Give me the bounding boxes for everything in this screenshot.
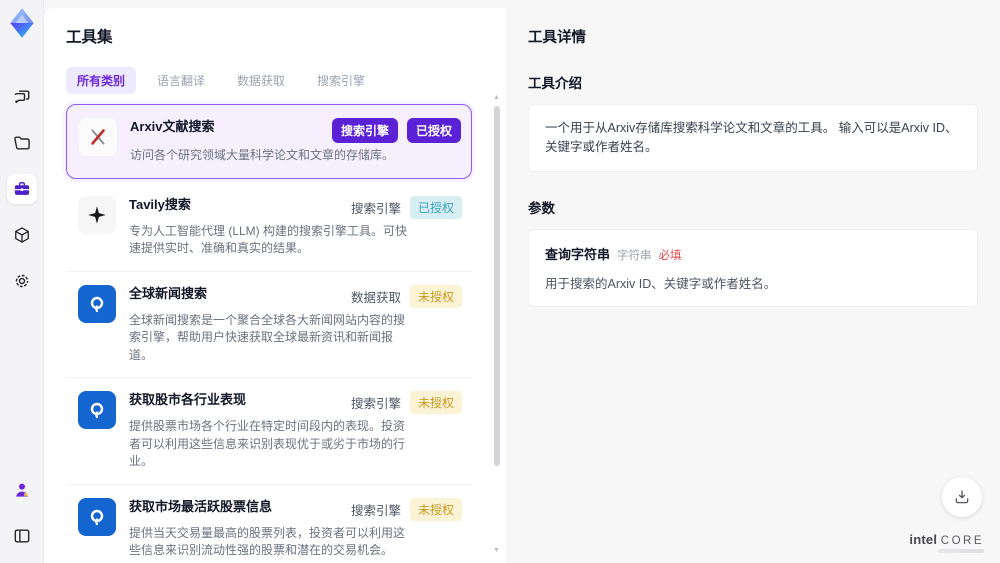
intro-text: 一个用于从Arxiv存储库搜索科学论文和文章的工具。 输入可以是Arxiv ID…	[545, 121, 958, 154]
scrollbar-down-arrow[interactable]: ▼	[492, 547, 501, 555]
cube-icon	[14, 227, 29, 243]
chat-icon	[14, 90, 29, 104]
status-badge: 未授权	[409, 497, 462, 521]
tool-name: Arxiv文献搜索	[130, 119, 215, 134]
sidebar-item-collapse[interactable]	[7, 521, 37, 551]
status-badge: 未授权	[409, 284, 462, 308]
app-window: 工具集 所有类别 语言翻译 数据获取 搜索引擎 Arxiv文献搜索 搜索引擎 已…	[0, 0, 1000, 563]
tool-description: 访问各个研究领域大量科学论文和文章的存储库。	[130, 148, 395, 162]
intro-box: 一个用于从Arxiv存储库搜索科学论文和文章的工具。 输入可以是Arxiv ID…	[528, 104, 978, 172]
tab-language-translation[interactable]: 语言翻译	[146, 67, 216, 94]
toolbox-icon	[14, 182, 29, 195]
tool-name: 获取股市各行业表现	[129, 392, 247, 407]
tab-all-categories[interactable]: 所有类别	[66, 67, 137, 94]
blue-q-logo-icon	[78, 391, 116, 429]
gear-icon	[15, 274, 28, 288]
status-badge: 已授权	[409, 195, 462, 219]
tool-name: Tavily搜索	[129, 196, 191, 212]
detail-title: 工具详情	[528, 30, 586, 46]
params-heading: 参数	[528, 201, 555, 216]
intro-heading: 工具介绍	[528, 76, 582, 91]
tool-card-most-active-stocks[interactable]: 获取市场最活跃股票信息 搜索引擎 未授权 提供当天交易量最高的股票列表，投资者可…	[66, 485, 472, 563]
app-logo	[5, 6, 39, 40]
scrollbar-thumb[interactable]	[493, 106, 500, 466]
blue-q-logo-icon	[78, 497, 116, 536]
param-required-badge: 必填	[658, 250, 682, 262]
download-icon	[955, 490, 969, 504]
tool-description: 专为人工智能代理 (LLM) 构建的搜索引擎工具。可快速提供实时、准确和真实的结…	[129, 223, 408, 256]
intel-core-logo: intel CORE	[909, 532, 984, 553]
tool-card-global-news[interactable]: 全球新闻搜索 数据获取 未授权 全球新闻搜索是一个聚合全球各大新闻网站内容的搜索…	[66, 272, 472, 378]
tool-list-panel: 工具集 所有类别 语言翻译 数据获取 搜索引擎 Arxiv文献搜索 搜索引擎 已…	[44, 8, 506, 563]
sidebar-item-chat[interactable]	[7, 82, 37, 112]
category-label: 搜索引擎	[350, 397, 401, 411]
scrollbar-up-arrow[interactable]: ▲	[492, 94, 501, 102]
sidebar-item-files[interactable]	[7, 128, 37, 158]
tool-detail-panel: 工具详情 工具介绍 一个用于从Arxiv存储库搜索科学论文和文章的工具。 输入可…	[506, 8, 1000, 563]
param-description: 用于搜索的Arxiv ID、关键字或作者姓名。	[545, 277, 777, 291]
tool-description: 提供股票市场各个行业在特定时间段内的表现。投资者可以利用这些信息来识别表现优于或…	[129, 419, 406, 468]
blue-q-logo-icon	[78, 284, 116, 323]
tool-description: 提供当天交易量最高的股票列表，投资者可以利用这些信息来识别流动性强的股票和潜在的…	[129, 525, 406, 558]
tool-card-arxiv[interactable]: Arxiv文献搜索 搜索引擎 已授权 访问各个研究领域大量科学论文和文章的存储库…	[66, 104, 472, 179]
tool-card-sector-performance[interactable]: 获取股市各行业表现 搜索引擎 未授权 提供股票市场各个行业在特定时间段内的表现。…	[66, 378, 472, 485]
sidebar-bottom	[7, 475, 37, 553]
tool-name: 获取市场最活跃股票信息	[129, 498, 273, 514]
brand-core: CORE	[940, 535, 984, 547]
status-badge: 已授权	[406, 118, 461, 143]
sidebar-item-profile[interactable]	[7, 475, 37, 505]
param-name: 查询字符串	[545, 247, 611, 262]
category-label: 数据获取	[350, 290, 401, 305]
user-icon	[15, 483, 28, 497]
tab-data-fetch[interactable]: 数据获取	[226, 67, 296, 94]
brand-intel: intel	[909, 532, 938, 547]
sidebar-item-toolbox[interactable]	[6, 174, 37, 204]
category-badge: 搜索引擎	[331, 118, 398, 143]
sidebar-item-packages[interactable]	[7, 220, 37, 250]
page-title: 工具集	[66, 29, 113, 46]
category-tabs: 所有类别 语言翻译 数据获取 搜索引擎	[66, 67, 482, 94]
param-box: 查询字符串 字符串 必填 用于搜索的Arxiv ID、关键字或作者姓名。	[528, 229, 978, 307]
category-label: 搜索引擎	[350, 503, 401, 518]
list-scrollbar[interactable]: ▲ ▼	[492, 94, 501, 555]
collapse-panel-icon	[14, 529, 29, 543]
tool-description: 全球新闻搜索是一个聚合全球各大新闻网站内容的搜索引擎，帮助用户快速获取全球最新资…	[129, 312, 406, 362]
arxiv-logo-icon	[79, 118, 117, 156]
status-badge: 未授权	[409, 391, 462, 414]
folder-icon	[13, 136, 30, 150]
download-button[interactable]	[942, 477, 982, 517]
param-type: 字符串	[617, 250, 652, 262]
main-area: 工具集 所有类别 语言翻译 数据获取 搜索引擎 Arxiv文献搜索 搜索引擎 已…	[44, 0, 1000, 563]
sidebar	[0, 0, 44, 563]
tab-search-engine[interactable]: 搜索引擎	[306, 67, 376, 94]
tool-list: Arxiv文献搜索 搜索引擎 已授权 访问各个研究领域大量科学论文和文章的存储库…	[66, 104, 482, 563]
category-label: 搜索引擎	[350, 201, 401, 216]
tool-card-tavily[interactable]: Tavily搜索 搜索引擎 已授权 专为人工智能代理 (LLM) 构建的搜索引擎…	[66, 183, 472, 272]
tavily-star-icon	[78, 195, 116, 234]
sidebar-item-settings[interactable]	[7, 266, 37, 296]
brand-subline	[938, 549, 984, 553]
tool-name: 全球新闻搜索	[129, 285, 208, 301]
